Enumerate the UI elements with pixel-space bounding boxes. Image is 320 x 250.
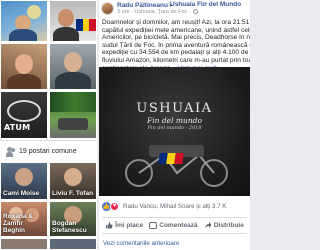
friend-name: Cami Moise — [3, 190, 40, 197]
trees-graphic — [50, 92, 96, 112]
post-destination[interactable]: Ushuaia Fin del Mundo — [170, 1, 241, 8]
share-icon — [204, 222, 212, 228]
friend-card[interactable]: Roxana & Zamfir Beghin — [0, 201, 48, 237]
person-body — [55, 72, 91, 89]
post-text-line: expediție cu 34.554 de km pedalați și al… — [102, 49, 250, 57]
friend-name: Roxana & Zamfir Beghin — [3, 213, 33, 234]
share-button[interactable]: Distribuie — [204, 221, 244, 229]
author-name-text[interactable]: Radu Păltineanu — [117, 2, 168, 9]
see-previous-comments-link[interactable]: Vezi comentariile anterioare — [103, 240, 179, 247]
friend-avatar — [15, 168, 33, 186]
photo-tile-6[interactable] — [49, 91, 97, 139]
post-text-line: capătul expediției mele americane, unind… — [102, 26, 250, 34]
photo-small-text: Fin del mundo · 2018 — [147, 125, 202, 131]
divider — [102, 217, 247, 218]
tile-caption: ATUM — [4, 123, 31, 132]
photo-tile-5[interactable]: ATUM — [0, 91, 48, 139]
vehicle-graphic — [58, 118, 88, 130]
globe-icon — [193, 9, 199, 15]
author-name[interactable]: Radu Păltineanu ▸ — [117, 1, 173, 9]
friend-avatar — [64, 168, 82, 186]
thumb-icon — [106, 222, 113, 229]
friend-card[interactable] — [49, 238, 97, 250]
photo-title: USHUAIA — [136, 101, 213, 116]
post-text-line: Americilor, pe bicicletă. Mai precis, De… — [102, 34, 250, 42]
romanian-flag — [76, 19, 96, 31]
person-body — [9, 29, 37, 41]
friend-name: Bogdan Stefanescu — [52, 220, 87, 234]
post-text-line: fluviului Amazon, kilometri care m-au pu… — [102, 56, 250, 64]
reaction-names[interactable]: Radu Vancu, Mihail Soare și alți 3.7 K — [123, 203, 226, 210]
photo-tile-3[interactable] — [0, 43, 48, 90]
post-text-line: sudul Țării de Foc. În prima aventură ro… — [102, 41, 250, 49]
feed-post: Radu Păltineanu ▸ Ushuaia Fin del Mundo … — [99, 0, 250, 250]
person-head — [64, 52, 82, 72]
friend-card[interactable]: Bogdan Stefanescu — [49, 201, 97, 237]
poster-graphic — [7, 100, 41, 122]
person-head — [58, 9, 74, 27]
post-photo[interactable]: USHUAIA Fin del mundo Fin del mundo · 20… — [99, 67, 250, 196]
share-button-label: Distribuie — [213, 221, 244, 229]
friends-icon — [6, 146, 16, 157]
post-header: Radu Păltineanu ▸ Ushuaia Fin del Mundo … — [99, 0, 250, 17]
reactions-bar[interactable]: 👍 ♥ Radu Vancu, Mihail Soare și alți 3.7… — [102, 200, 226, 212]
comment-button-label: Comentează — [159, 221, 198, 229]
photo-tile-4[interactable] — [49, 43, 97, 90]
comment-icon — [149, 221, 158, 229]
friend-card[interactable] — [0, 238, 48, 250]
person-head — [15, 54, 33, 74]
post-meta-text: 3 ore · Ushuaia, Țara de Foc · — [117, 9, 191, 15]
like-button-label: Îmi place — [115, 221, 143, 229]
friend-card[interactable]: Cami Moise — [0, 162, 48, 200]
romanian-flag — [158, 153, 184, 164]
friend-name: Liviu F. Tofan — [52, 190, 94, 197]
comment-button[interactable]: Comentează — [149, 221, 198, 229]
post-text: Doamnelor și domnilor, am reușit! Azi, l… — [102, 19, 250, 72]
author-avatar[interactable] — [101, 2, 114, 15]
photos-and-friends-column: ATUM 19 postari comune Cami Moise Liviu … — [0, 0, 97, 250]
heart-icon: ♥ — [110, 201, 119, 211]
bicycle-graphic — [125, 145, 228, 187]
photo-tile-1[interactable] — [0, 0, 48, 42]
divider — [102, 233, 247, 234]
person-body — [7, 74, 41, 89]
friend-card[interactable]: Liviu F. Tofan — [49, 162, 97, 200]
post-meta: 3 ore · Ushuaia, Țara de Foc · — [117, 9, 199, 15]
post-actions: Îmi place Comentează Distribuie — [102, 219, 247, 231]
like-button[interactable]: Îmi place — [105, 221, 143, 229]
post-text-line: Doamnelor și domnilor, am reușit! Azi, l… — [102, 19, 250, 26]
mutual-friends-count: 19 postari comune — [19, 148, 77, 155]
mutual-friends-header[interactable]: 19 postari comune — [0, 140, 97, 162]
photo-tile-2[interactable] — [49, 0, 97, 42]
photo-subtitle: Fin del mundo — [147, 116, 202, 125]
